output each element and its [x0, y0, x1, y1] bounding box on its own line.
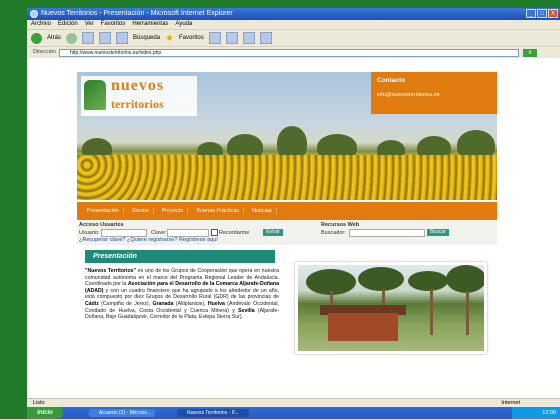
go-button[interactable]: Ir	[523, 49, 537, 57]
logo-mark-icon	[84, 80, 106, 110]
logo-word-territorios: territorios	[111, 97, 164, 111]
stop-icon[interactable]	[82, 32, 95, 44]
nav-item-proyecto[interactable]: Proyecto	[158, 208, 189, 214]
website: nuevos territorios Contacto info@nuevost…	[77, 72, 497, 398]
system-tray-clock: 12:00	[512, 407, 560, 419]
presentation-heading: Presentación	[85, 250, 275, 263]
forward-icon[interactable]	[66, 32, 78, 44]
search-label[interactable]: Búsqueda	[133, 35, 160, 41]
header-banner: nuevos territorios Contacto info@nuevost…	[77, 72, 497, 200]
resources-section-label: Recursos Web	[321, 222, 360, 228]
home-icon[interactable]	[116, 32, 129, 44]
address-label: Dirección	[33, 49, 56, 55]
history-icon[interactable]	[208, 32, 221, 44]
address-bar: Dirección http://www.nuevosterritorios.e…	[27, 46, 560, 58]
sunflower-field-image	[77, 155, 497, 200]
nav-item-noticias[interactable]: Noticias	[248, 208, 277, 214]
status-bar: Listo Internet	[27, 398, 560, 407]
cadiz-bold: Cádiz	[85, 300, 99, 307]
remember-checkbox[interactable]	[211, 229, 218, 236]
menu-archivo[interactable]: Archivo	[31, 20, 51, 29]
pres-text-4: (Altiplanicie),	[173, 300, 208, 307]
task-item-document[interactable]: Acuerdo (2) - Microso...	[89, 409, 155, 417]
presentation-photo	[295, 262, 487, 354]
nav-item-buenas-practicas[interactable]: Buenas Prácticas	[192, 208, 245, 214]
task-item-browser[interactable]: Nuevos Territorios - P...	[177, 409, 249, 417]
menu-herramientas[interactable]: Herramientas	[132, 20, 168, 29]
taskbar: Inicio Acuerdo (2) - Microso... Nuevos T…	[27, 407, 560, 419]
menu-favoritos[interactable]: Favoritos	[101, 20, 126, 29]
granada-bold: Granada	[152, 300, 174, 307]
pres-text-2: y con un cuadro financiero que ha agrupa…	[85, 287, 279, 301]
site-search-button[interactable]: Buscar	[427, 229, 449, 236]
status-text: Listo	[33, 400, 45, 406]
close-button[interactable]: X	[548, 9, 558, 18]
nav-item-socios[interactable]: Socios	[128, 208, 154, 214]
sevilla-bold: Sevilla	[238, 307, 255, 314]
minimize-button[interactable]: _	[526, 9, 536, 18]
site-search-label: Buscador:	[321, 230, 346, 236]
back-icon[interactable]	[31, 32, 42, 44]
browser-toolbar: Atrás Búsqueda ★ Favoritos	[27, 29, 560, 46]
huelva-bold: Huelva	[207, 300, 225, 307]
refresh-icon[interactable]	[99, 32, 112, 44]
favorites-icon[interactable]: ★	[165, 33, 174, 44]
login-row: Acceso Usuarios Usuario: Clave: Recordar…	[77, 221, 497, 245]
user-label: Usuario:	[79, 230, 100, 236]
user-input[interactable]	[101, 229, 147, 237]
banner-trees	[77, 120, 497, 160]
site-logo[interactable]: nuevos territorios	[81, 76, 197, 116]
favorites-label[interactable]: Favoritos	[179, 35, 204, 41]
start-button[interactable]: Inicio	[27, 407, 63, 419]
remember-label: Recordarme	[219, 230, 250, 236]
window-titlebar: Nuevos Territorios - Presentación - Micr…	[27, 8, 560, 20]
nav-item-presentacion[interactable]: Presentación	[83, 208, 125, 214]
folder-icon[interactable]	[259, 32, 272, 44]
menu-ver[interactable]: Ver	[85, 20, 94, 29]
menu-bar: Archivo Edición Ver Favoritos Herramient…	[27, 20, 560, 29]
mail-icon[interactable]	[225, 32, 238, 44]
window-controls: _ □ X	[526, 9, 558, 18]
window-title: Nuevos Territorios - Presentación - Micr…	[41, 10, 233, 17]
page-viewport: nuevos territorios Contacto info@nuevost…	[27, 58, 560, 398]
contact-title[interactable]: Contacto	[377, 77, 405, 84]
main-nav: Presentación Socios Proyecto Buenas Prác…	[77, 202, 497, 220]
menu-edicion[interactable]: Edición	[58, 20, 78, 29]
maximize-button[interactable]: □	[537, 9, 547, 18]
register-links[interactable]: ¿Recuperar clave? ¿Quiere registrarse? R…	[79, 237, 218, 243]
enter-button[interactable]: Entrar	[263, 229, 283, 236]
presentation-text: "Nuevos Territorios" es uno de los Grupo…	[85, 268, 279, 321]
address-input[interactable]: http://www.nuevosterritorios.es/index.ph…	[59, 49, 519, 57]
menu-ayuda[interactable]: Ayuda	[175, 20, 192, 29]
back-label[interactable]: Atrás	[47, 35, 61, 41]
contact-email[interactable]: info@nuevosterritorios.es	[377, 92, 439, 98]
contact-box: Contacto info@nuevosterritorios.es	[371, 72, 497, 114]
intro-bold: "Nuevos Territorios"	[85, 268, 136, 274]
status-zone: Internet	[501, 400, 520, 406]
desktop-screen: Nuevos Territorios - Presentación - Micr…	[27, 8, 560, 419]
password-label: Clave:	[151, 230, 167, 236]
print-icon[interactable]	[242, 32, 255, 44]
pres-text-3: (Campiña de Jerez),	[98, 300, 153, 307]
logo-word-nuevos: nuevos	[111, 77, 165, 94]
password-input[interactable]	[167, 229, 209, 237]
browser-icon	[30, 10, 38, 18]
site-search-input[interactable]	[349, 229, 425, 237]
login-section-label: Acceso Usuarios	[79, 222, 124, 228]
